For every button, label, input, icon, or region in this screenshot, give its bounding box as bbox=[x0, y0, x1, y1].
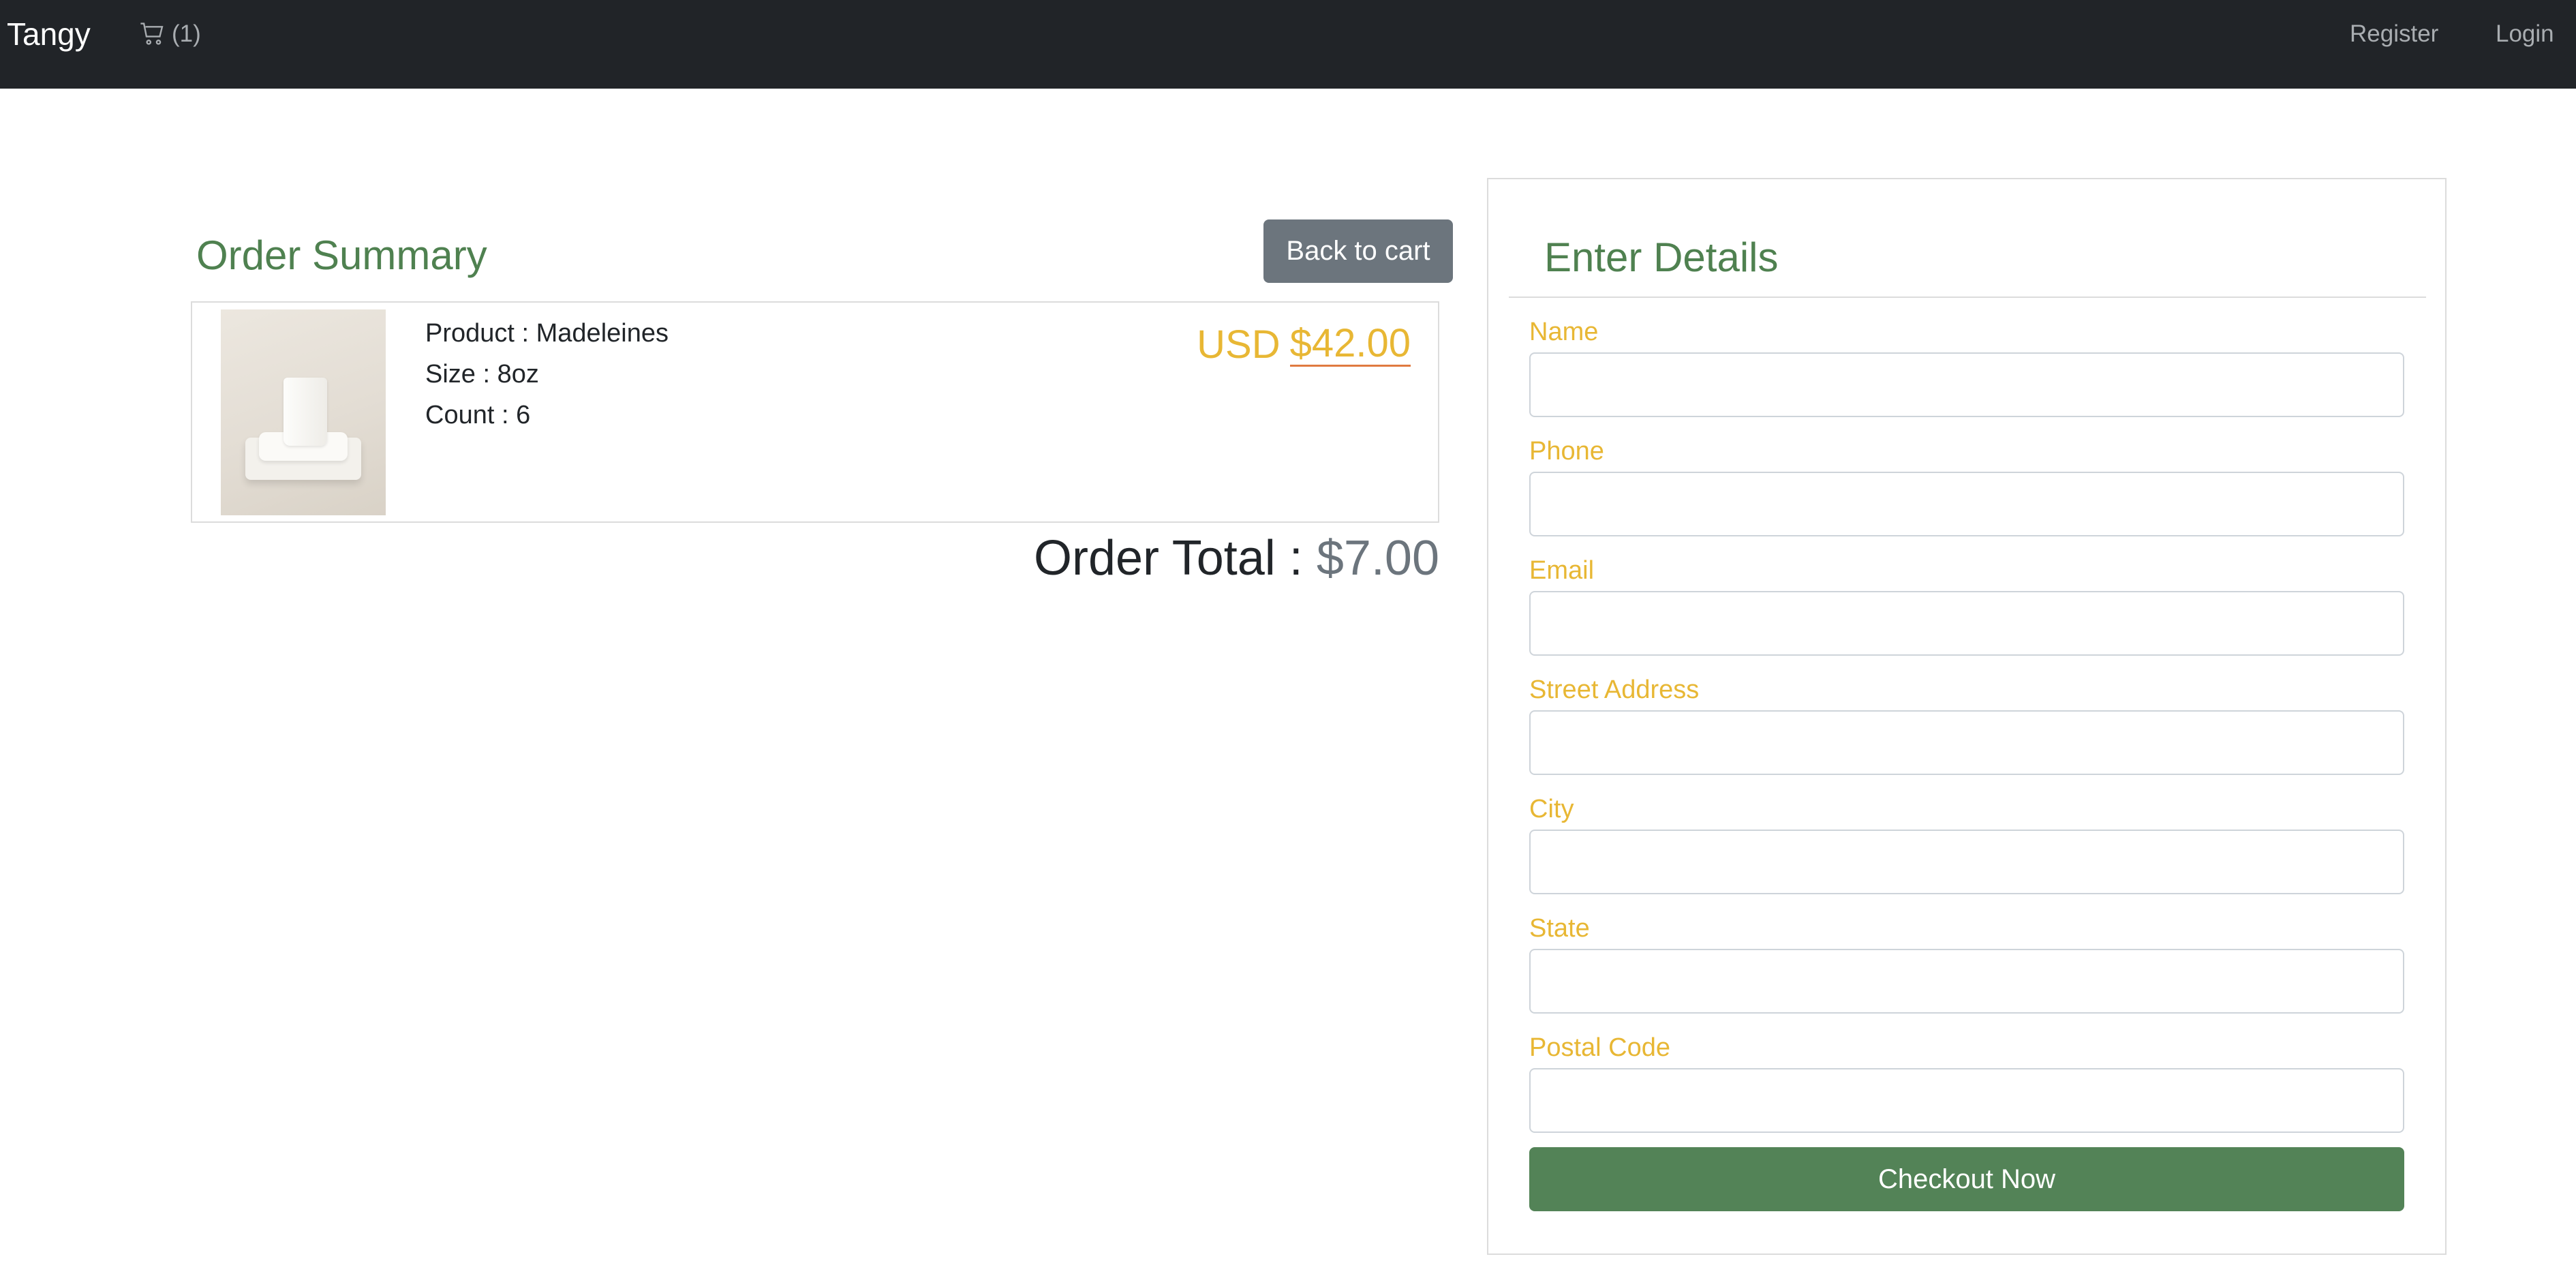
state-input[interactable] bbox=[1529, 949, 2404, 1014]
city-label: City bbox=[1529, 795, 1574, 823]
order-summary-title: Order Summary bbox=[196, 232, 487, 278]
cart-count: (1) bbox=[172, 20, 201, 47]
cart-icon bbox=[140, 22, 164, 45]
back-to-cart-button[interactable]: Back to cart bbox=[1263, 219, 1453, 283]
phone-label: Phone bbox=[1529, 437, 1604, 466]
phone-input[interactable] bbox=[1529, 472, 2404, 536]
product-name: Product : Madeleines bbox=[425, 319, 669, 348]
email-label: Email bbox=[1529, 556, 1595, 585]
order-total-label: Order Total : bbox=[1033, 531, 1317, 586]
postal-code-label: Postal Code bbox=[1529, 1033, 1671, 1062]
email-input[interactable] bbox=[1529, 591, 2404, 656]
order-total: Order Total : $7.00 bbox=[1034, 529, 1439, 588]
product-count: Count : 6 bbox=[425, 401, 531, 429]
price-currency: USD bbox=[1197, 322, 1281, 367]
city-input[interactable] bbox=[1529, 830, 2404, 894]
register-link[interactable]: Register bbox=[2350, 19, 2438, 49]
cart-link[interactable]: (1) bbox=[139, 19, 201, 49]
state-label: State bbox=[1529, 914, 1590, 943]
top-navbar: Tangy (1) Register Login bbox=[0, 0, 2576, 89]
login-link[interactable]: Login bbox=[2496, 19, 2554, 49]
checkout-now-button[interactable]: Checkout Now bbox=[1529, 1147, 2404, 1211]
details-divider bbox=[1509, 297, 2426, 298]
cart-item-card: Product : Madeleines Size : 8oz Count : … bbox=[191, 301, 1439, 523]
name-label: Name bbox=[1529, 318, 1599, 346]
details-card: Enter Details Name Phone Email Street Ad… bbox=[1487, 178, 2447, 1255]
order-total-value: $7.00 bbox=[1316, 531, 1439, 586]
street-address-input[interactable] bbox=[1529, 710, 2404, 775]
details-title: Enter Details bbox=[1544, 234, 1779, 280]
name-input[interactable] bbox=[1529, 352, 2404, 417]
postal-code-input[interactable] bbox=[1529, 1068, 2404, 1133]
price-amount: $42.00 bbox=[1289, 321, 1411, 367]
product-image bbox=[221, 309, 386, 515]
brand-link[interactable]: Tangy bbox=[7, 16, 91, 52]
street-address-label: Street Address bbox=[1529, 675, 1700, 704]
item-price: USD $42.00 bbox=[1197, 323, 1411, 367]
product-size: Size : 8oz bbox=[425, 360, 539, 389]
product-image-cup bbox=[283, 378, 327, 446]
